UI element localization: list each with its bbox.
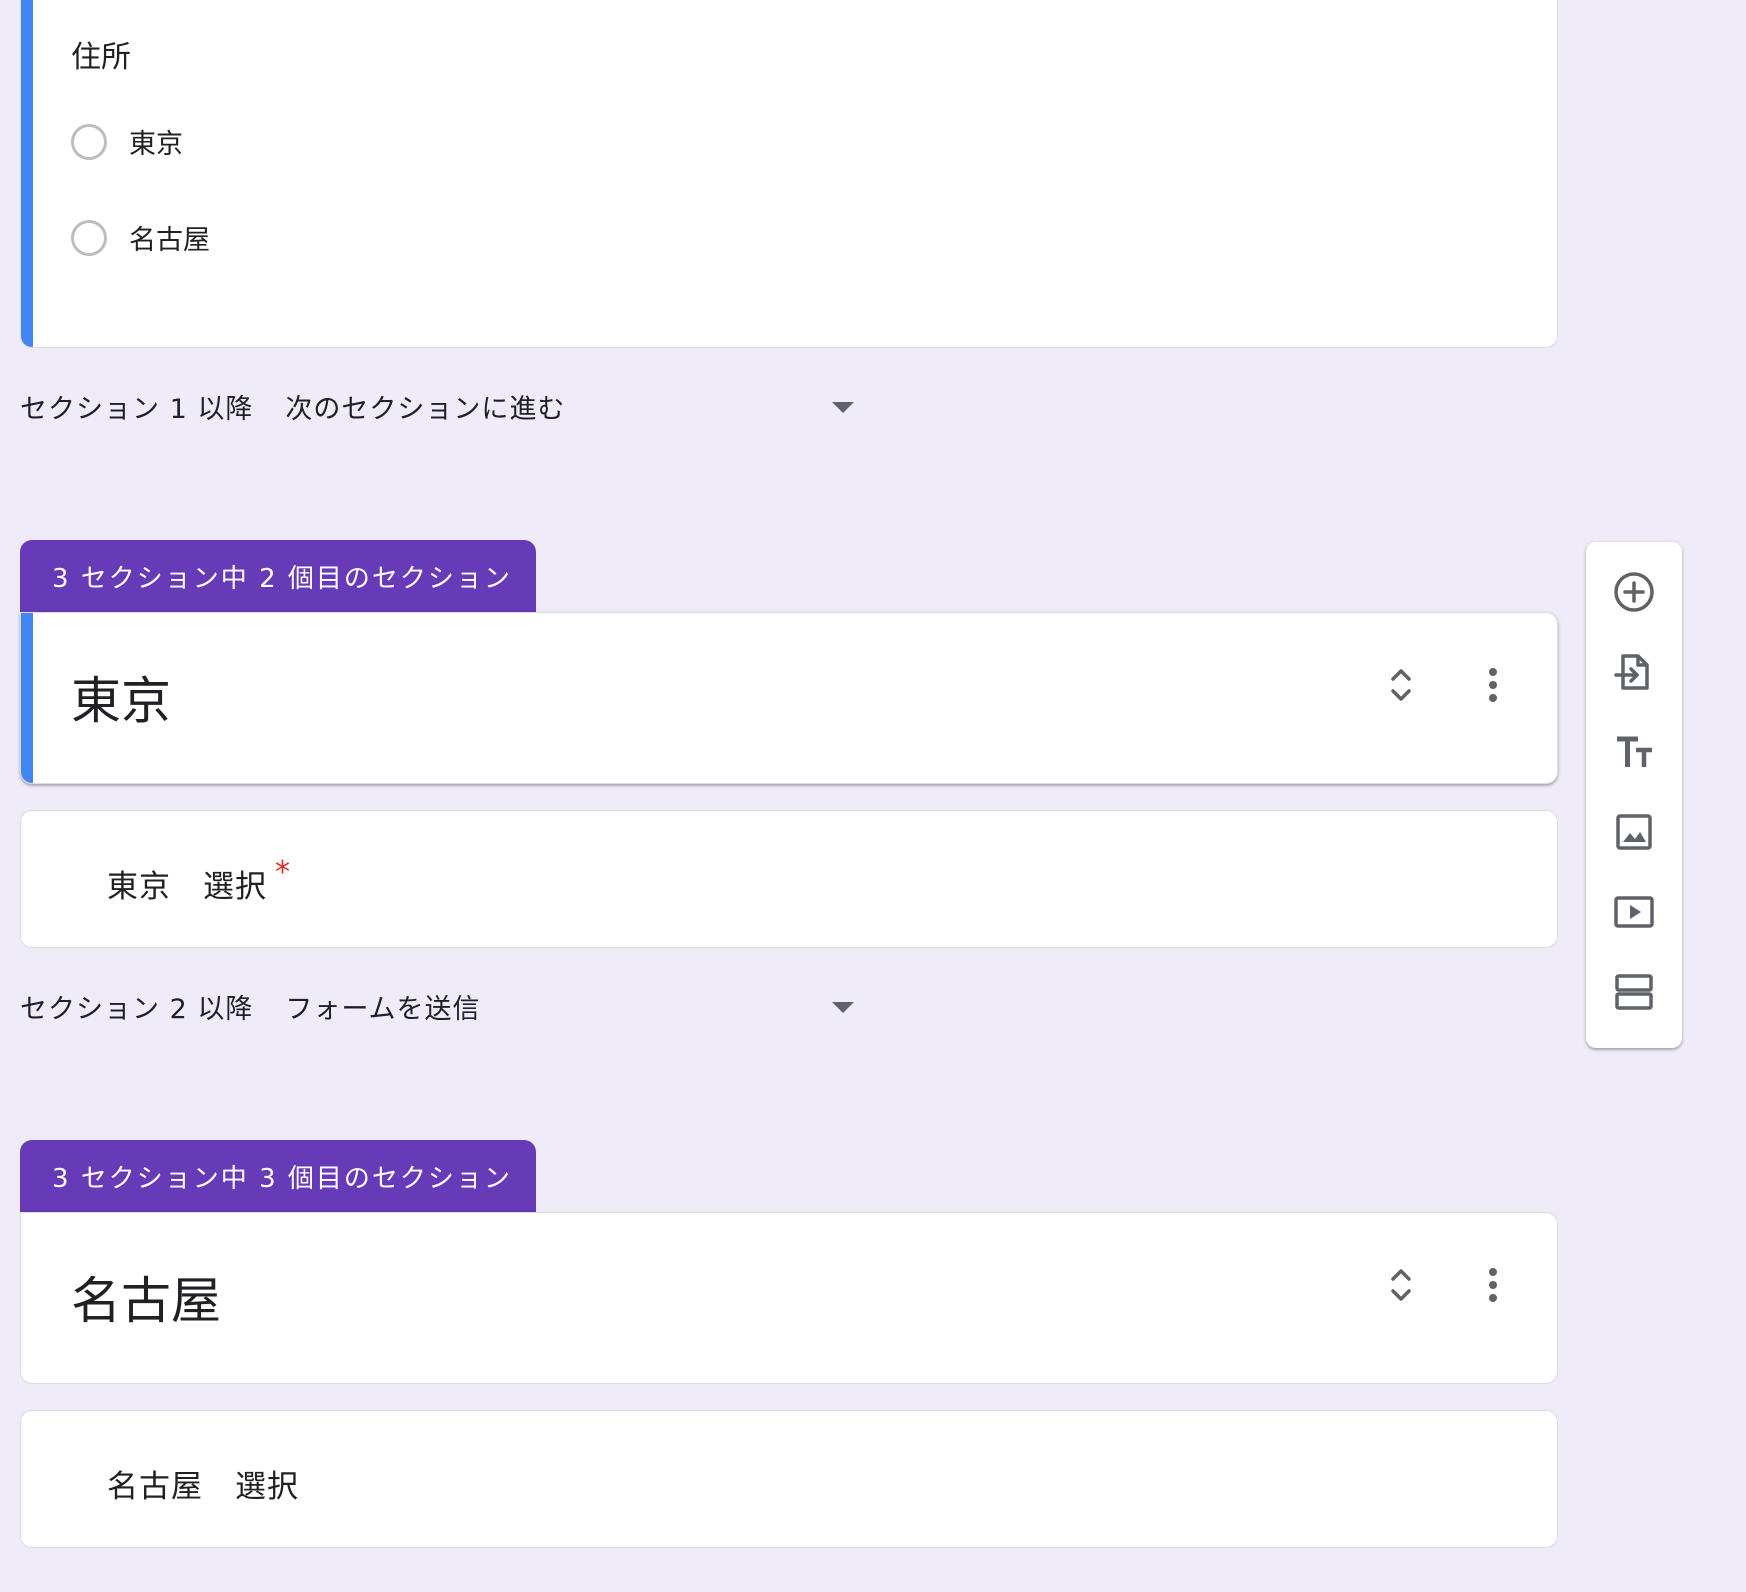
dropdown-arrow-icon[interactable] — [832, 402, 854, 413]
option-label: 名古屋 — [129, 225, 210, 256]
more-vert-icon — [1489, 1268, 1497, 1302]
section-2-header[interactable]: 東京 — [20, 612, 1558, 784]
after-section-label: セクション 1 以降 — [20, 393, 254, 425]
collapse-section-button[interactable] — [1383, 663, 1419, 707]
radio-option-nagoya[interactable]: 名古屋 — [71, 218, 210, 257]
add-video-button[interactable] — [1610, 888, 1658, 936]
add-section-icon — [1615, 974, 1653, 1010]
more-options-button[interactable] — [1481, 663, 1505, 707]
floating-toolbar — [1586, 542, 1682, 1048]
radio-button[interactable] — [71, 219, 107, 256]
add-section-button[interactable] — [1610, 968, 1658, 1016]
question-card-nagoya-select[interactable]: 名古屋 選択 — [20, 1410, 1558, 1548]
required-mark: * — [275, 855, 291, 890]
import-questions-button[interactable] — [1610, 648, 1658, 696]
question-label: 名古屋 選択 — [107, 1461, 299, 1506]
section-3-tab: 3 セクション中 3 個目のセクション — [20, 1140, 536, 1212]
after-section-1-navigation[interactable]: セクション 1 以降 次のセクションに進む — [20, 384, 860, 428]
option-label: 東京 — [129, 129, 183, 160]
more-vert-icon — [1489, 668, 1497, 702]
radio-option-tokyo[interactable]: 東京 — [71, 122, 183, 161]
add-question-icon — [1614, 572, 1654, 612]
after-section-label: セクション 2 以降 — [20, 993, 254, 1025]
question-card-address[interactable]: 住所 東京 名古屋 — [20, 0, 1558, 348]
question-label: 東京 選択 * — [107, 855, 291, 906]
after-section-2-navigation[interactable]: セクション 2 以降 フォームを送信 — [20, 984, 860, 1028]
add-image-button[interactable] — [1610, 808, 1658, 856]
question-card-tokyo-select[interactable]: 東京 選択 * — [20, 810, 1558, 948]
after-section-select-value[interactable]: 次のセクションに進む — [285, 387, 565, 426]
unfold-icon — [1391, 1269, 1411, 1301]
question-title: 名古屋 選択 — [107, 1469, 299, 1505]
add-video-icon — [1614, 896, 1654, 928]
radio-button[interactable] — [71, 123, 107, 160]
collapse-section-button[interactable] — [1383, 1263, 1419, 1307]
dropdown-arrow-icon[interactable] — [832, 1002, 854, 1013]
add-title-icon — [1617, 736, 1652, 767]
unfold-icon — [1391, 669, 1411, 701]
section-title[interactable]: 名古屋 — [71, 1261, 221, 1333]
question-title: 東京 選択 — [107, 869, 267, 905]
import-questions-icon — [1614, 654, 1649, 690]
section-title[interactable]: 東京 — [71, 661, 171, 733]
section-2-tab: 3 セクション中 2 個目のセクション — [20, 540, 536, 612]
question-title: 住所 — [71, 40, 131, 75]
section-3-header[interactable]: 名古屋 — [20, 1212, 1558, 1384]
after-section-select-value[interactable]: フォームを送信 — [285, 987, 480, 1026]
add-title-button[interactable] — [1610, 728, 1658, 776]
add-question-button[interactable] — [1610, 568, 1658, 616]
more-options-button[interactable] — [1481, 1263, 1505, 1307]
add-image-icon — [1616, 814, 1652, 850]
